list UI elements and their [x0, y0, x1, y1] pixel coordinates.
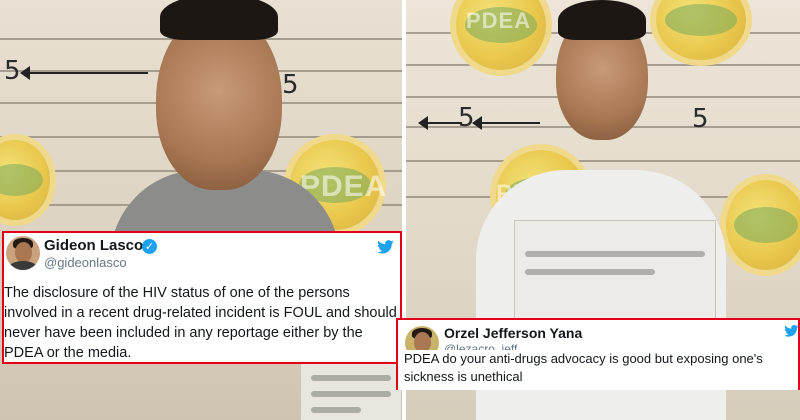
verified-badge-icon: ✓	[142, 239, 157, 254]
tweet-text: PDEA do your anti-drugs advocacy is good…	[404, 351, 763, 384]
subject-hair	[558, 0, 646, 40]
tweet-text: The disclosure of the HIV status of one …	[4, 285, 397, 361]
tweet-body-orzel-jefferson-yana: PDEA do your anti-drugs advocacy is good…	[396, 350, 800, 390]
height-chart-line	[406, 160, 800, 162]
pdea-logo-icon	[726, 180, 800, 270]
ruler-label: 5	[4, 56, 21, 86]
tweet-card-gideon-lasco: Gideon Lasco ✓ @gideonlasco The disclosu…	[2, 231, 402, 364]
name-placard	[300, 362, 402, 420]
subject-hair	[160, 0, 278, 40]
twitter-bird-icon[interactable]	[377, 240, 394, 254]
pdea-watermark: PDEA	[466, 8, 532, 33]
arrow-left-icon	[20, 66, 148, 80]
pdea-logo-icon	[0, 140, 50, 220]
avatar[interactable]	[6, 236, 40, 270]
tweet-author-name[interactable]: Gideon Lasco	[44, 237, 143, 254]
arrow-left-icon	[472, 116, 540, 130]
tweet-author-name[interactable]: Orzel Jefferson Yana	[444, 325, 582, 341]
ruler-label: 5	[692, 104, 709, 134]
ruler-label: 5	[282, 70, 299, 100]
name-placard	[514, 220, 716, 322]
tweet-author-handle[interactable]: @gideonlasco	[44, 255, 127, 270]
twitter-bird-icon[interactable]	[784, 325, 799, 337]
arrow-left-icon	[418, 116, 462, 130]
pdea-logo-icon	[656, 0, 746, 60]
